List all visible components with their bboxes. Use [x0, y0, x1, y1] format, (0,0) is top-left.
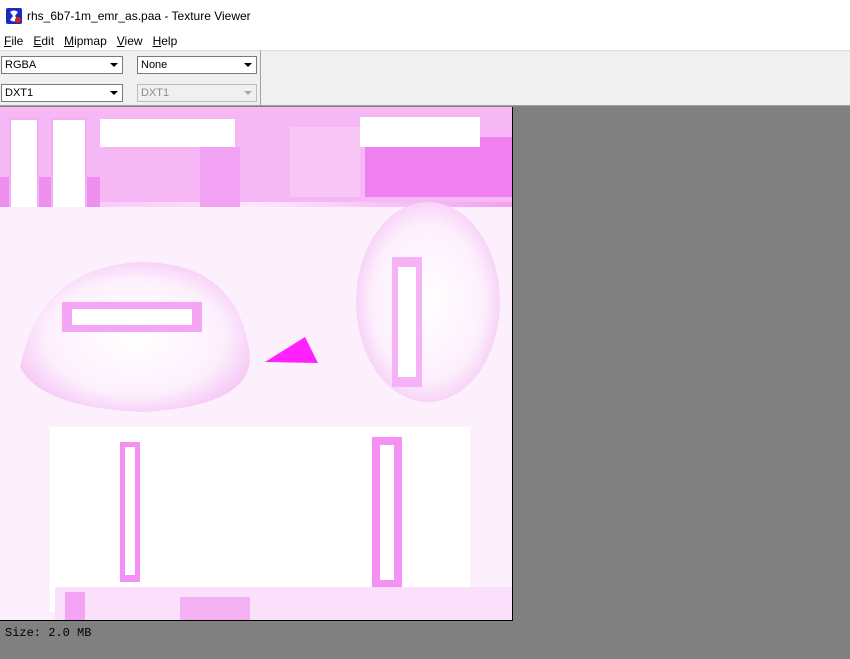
menu-mipmap-label: ipmap [74, 33, 107, 48]
texture-viewer-app-icon[interactable] [6, 7, 22, 24]
chevron-down-icon[interactable] [240, 58, 255, 72]
menu-file-label: ile [11, 33, 24, 48]
filter-select-value: None [141, 59, 168, 71]
format-select[interactable]: DXT1 [1, 84, 123, 102]
target-format-select: DXT1 [137, 84, 257, 102]
toolbar-strip [261, 51, 850, 106]
menu-view-label: iew [124, 33, 143, 48]
menu-help-accel: H [152, 33, 162, 48]
menu-view[interactable]: View [113, 34, 149, 48]
target-format-select-value: DXT1 [141, 87, 170, 99]
channel-select[interactable]: RGBA [1, 56, 123, 74]
format-select-value: DXT1 [5, 87, 34, 99]
menu-bar: File Edit Mipmap View Help [0, 31, 850, 51]
title-bar: rhs_6b7-1m_emr_as.paa - Texture Viewer [0, 0, 850, 31]
menu-edit[interactable]: Edit [29, 34, 60, 48]
texture-image [0, 107, 512, 620]
menu-view-accel: V [116, 33, 125, 48]
toolbar-panel: RGBA None DXT1 DXT1 [0, 51, 261, 106]
menu-help-label: elp [161, 33, 178, 48]
status-size: Size: 2.0 MB [5, 626, 92, 640]
menu-edit-label: dit [41, 33, 55, 48]
menu-mipmap[interactable]: Mipmap [60, 34, 113, 48]
channel-select-value: RGBA [5, 59, 37, 71]
filter-select[interactable]: None [137, 56, 257, 74]
texture-canvas[interactable] [0, 107, 513, 621]
chevron-down-icon[interactable] [106, 58, 121, 72]
chevron-down-icon[interactable] [106, 86, 121, 100]
window-title: rhs_6b7-1m_emr_as.paa - Texture Viewer [27, 8, 251, 23]
menu-mipmap-accel: M [64, 33, 75, 48]
menu-file[interactable]: File [0, 34, 29, 48]
chevron-down-icon [240, 86, 255, 100]
menu-help[interactable]: Help [149, 34, 184, 48]
